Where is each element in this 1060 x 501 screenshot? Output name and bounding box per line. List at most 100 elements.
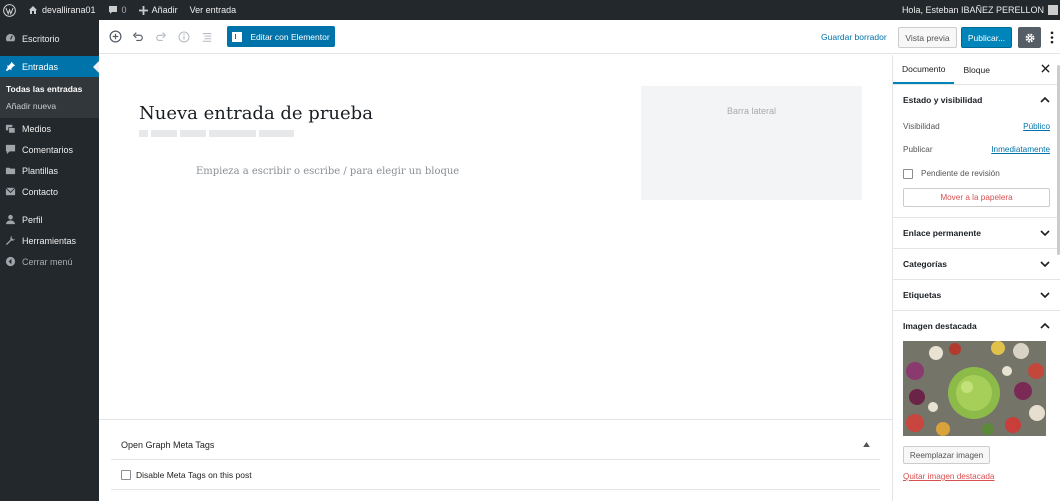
close-sidebar-button[interactable] — [1041, 64, 1050, 75]
folder-icon — [5, 167, 16, 175]
categories-toggle[interactable]: Categorías — [893, 249, 1060, 279]
featured-image-toggle[interactable]: Imagen destacada — [893, 311, 1060, 341]
featured-image-preview[interactable] — [903, 341, 1046, 436]
sidebar-region-label: Barra lateral — [726, 106, 777, 116]
submenu-all-posts[interactable]: Todas las entradas — [0, 80, 99, 97]
preview-button[interactable]: Vista previa — [898, 27, 957, 48]
move-to-trash-button[interactable]: Mover a la papelera — [903, 188, 1050, 207]
outline-button[interactable] — [197, 27, 217, 47]
status-visibility-toggle[interactable]: Estado y visibilidad — [893, 85, 1060, 115]
site-name-link[interactable]: devallirana01 — [22, 0, 102, 20]
pin-icon — [5, 61, 16, 72]
permalink-panel: Enlace permanente — [893, 218, 1060, 249]
undo-button[interactable] — [128, 27, 148, 47]
disable-meta-tags-row: Disable Meta Tags on this post — [111, 460, 880, 490]
home-icon — [29, 6, 37, 14]
triangle-up-icon — [863, 442, 870, 447]
info-icon — [178, 31, 190, 42]
title-placeholder-bars — [139, 130, 294, 137]
comments-count: 0 — [121, 5, 127, 15]
more-vertical-icon — [1050, 31, 1054, 43]
gear-icon — [1025, 33, 1034, 42]
food-photo-image — [903, 341, 1046, 436]
chevron-down-icon — [1040, 292, 1050, 298]
admin-bar: devallirana01 0 Añadir Ver entrada Hola,… — [0, 0, 1060, 20]
settings-sidebar: Documento Bloque Estado y visibilidad Vi… — [892, 55, 1060, 501]
comment-icon — [5, 144, 16, 155]
tags-panel: Etiquetas — [893, 280, 1060, 311]
settings-button[interactable] — [1018, 27, 1041, 48]
sidebar-tabs: Documento Bloque — [893, 55, 1060, 85]
menu-item-comments[interactable]: Comentarios — [0, 139, 99, 160]
publish-date-row: Publicar Inmediatamente — [903, 145, 1050, 154]
dashboard-icon — [5, 33, 16, 42]
tags-toggle[interactable]: Etiquetas — [893, 280, 1060, 310]
sidebar-region: Barra lateral — [641, 86, 862, 200]
save-draft-button[interactable]: Guardar borrador — [821, 32, 887, 42]
redo-icon — [156, 31, 167, 41]
post-title[interactable]: Nueva entrada de prueba — [139, 103, 373, 124]
more-tools-button[interactable] — [1047, 28, 1057, 46]
editor-toolbar: Editar con Elementor Guardar borrador Vi… — [99, 20, 1060, 54]
block-appender-placeholder[interactable]: Empieza a escribir o escribe / para eleg… — [196, 166, 459, 177]
tab-document[interactable]: Documento — [893, 55, 955, 84]
admin-sidebar-menu: Escritorio Entradas Todas las entradas A… — [0, 20, 99, 501]
permalink-toggle[interactable]: Enlace permanente — [893, 218, 1060, 248]
content-info-button[interactable] — [174, 27, 194, 47]
og-meta-tags-title: Open Graph Meta Tags — [121, 439, 215, 450]
menu-item-contact[interactable]: Contacto — [0, 181, 99, 202]
mail-icon — [5, 187, 16, 196]
visibility-value-link[interactable]: Público — [1023, 122, 1050, 131]
metabox-area: Open Graph Meta Tags Disable Meta Tags o… — [99, 419, 892, 501]
wrench-icon — [5, 235, 16, 246]
user-greeting: Hola, Esteban IBAÑEZ PERELLON — [901, 5, 1044, 15]
plus-icon — [138, 5, 148, 15]
menu-item-profile[interactable]: Perfil — [0, 209, 99, 230]
tab-block[interactable]: Bloque — [954, 55, 998, 84]
view-post-link[interactable]: Ver entrada — [184, 0, 243, 20]
menu-item-tools[interactable]: Herramientas — [0, 230, 99, 251]
comments-link[interactable]: 0 — [102, 0, 133, 20]
chevron-up-icon — [1040, 97, 1050, 103]
editor-canvas: Nueva entrada de prueba Empieza a escrib… — [99, 55, 892, 501]
close-icon — [1041, 64, 1050, 73]
publish-button[interactable]: Publicar... — [961, 27, 1012, 48]
pending-review-checkbox[interactable] — [903, 168, 913, 179]
remove-featured-image-link[interactable]: Quitar imagen destacada — [903, 472, 1060, 481]
publish-date-link[interactable]: Inmediatamente — [991, 145, 1050, 154]
site-name: devallirana01 — [42, 5, 96, 15]
categories-panel: Categorías — [893, 249, 1060, 280]
featured-image-panel: Imagen destacada Reemplazar imagen Quita… — [893, 311, 1060, 481]
user-account-menu[interactable]: Hola, Esteban IBAÑEZ PERELLON — [902, 5, 1060, 15]
submenu-add-new[interactable]: Añadir nueva — [0, 97, 99, 114]
collapse-icon — [5, 256, 16, 267]
list-outline-icon — [202, 32, 212, 42]
status-visibility-panel: Estado y visibilidad Visibilidad Público… — [893, 85, 1060, 218]
chevron-up-icon — [1040, 323, 1050, 329]
disable-meta-tags-checkbox[interactable] — [121, 469, 131, 480]
pending-review-row: Pendiente de revisión — [893, 161, 1060, 186]
avatar — [1048, 5, 1058, 15]
elementor-logo-icon — [232, 31, 243, 42]
menu-item-dashboard[interactable]: Escritorio — [0, 28, 99, 49]
chevron-down-icon — [1040, 261, 1050, 267]
og-meta-tags-header[interactable]: Open Graph Meta Tags — [111, 430, 880, 460]
undo-icon — [132, 31, 143, 41]
user-icon — [5, 214, 16, 225]
replace-image-button[interactable]: Reemplazar imagen — [903, 446, 990, 464]
chevron-down-icon — [1040, 230, 1050, 236]
redo-button[interactable] — [151, 27, 171, 47]
menu-item-media[interactable]: Medios — [0, 118, 99, 139]
add-block-button[interactable] — [105, 27, 125, 47]
add-new-link[interactable]: Añadir — [133, 0, 184, 20]
add-block-icon — [109, 30, 121, 43]
collapse-menu-button[interactable]: Cerrar menú — [0, 251, 99, 272]
media-icon — [5, 124, 16, 134]
wordpress-logo-icon[interactable] — [0, 0, 22, 20]
edit-with-elementor-button[interactable]: Editar con Elementor — [227, 26, 335, 47]
disable-meta-tags-label: Disable Meta Tags on this post — [136, 469, 252, 480]
menu-item-templates[interactable]: Plantillas — [0, 160, 99, 181]
posts-submenu: Todas las entradas Añadir nueva — [0, 77, 99, 118]
menu-item-posts[interactable]: Entradas — [0, 56, 99, 77]
comment-icon — [108, 6, 117, 14]
